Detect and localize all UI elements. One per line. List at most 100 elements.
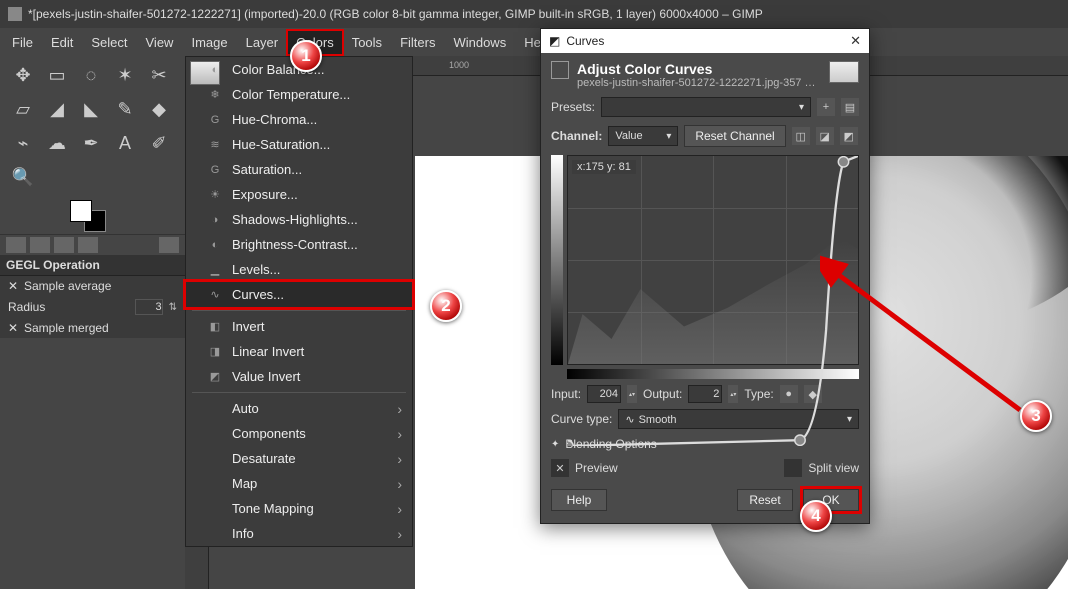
menu-item-label: Tone Mapping — [232, 501, 314, 516]
menu-item-color-temperature[interactable]: ❄Color Temperature... — [186, 82, 412, 107]
menu-item-icon: ◑ — [208, 213, 222, 227]
curves-icon — [551, 61, 569, 79]
menu-file[interactable]: File — [4, 31, 41, 54]
expand-icon[interactable]: ✦ — [551, 439, 559, 450]
menu-item-label: Value Invert — [232, 369, 300, 384]
dialog-titlebar[interactable]: ◩ Curves ✕ — [541, 29, 869, 53]
menu-item-label: Levels... — [232, 262, 280, 277]
fg-color-swatch[interactable] — [70, 200, 92, 222]
menu-item-label: Shadows-Highlights... — [232, 212, 358, 227]
menu-item-desaturate[interactable]: Desaturate — [186, 446, 412, 471]
eraser-tool-icon[interactable]: ◆ — [146, 96, 172, 122]
menu-view[interactable]: View — [138, 31, 182, 54]
annotation-arrow — [820, 250, 1040, 430]
menu-item-exposure[interactable]: ☀Exposure... — [186, 182, 412, 207]
zoom-tool-icon[interactable]: 🔍 — [10, 164, 36, 190]
add-preset-icon[interactable]: + — [817, 98, 835, 116]
dock-tab-4[interactable] — [78, 237, 98, 253]
menu-item-label: Map — [232, 476, 257, 491]
bucket-fill-icon[interactable]: ◢ — [44, 96, 70, 122]
menu-filters[interactable]: Filters — [392, 31, 443, 54]
split-view-checkbox[interactable] — [784, 459, 802, 477]
menu-item-info[interactable]: Info — [186, 521, 412, 546]
opt-sample-average[interactable]: ✕ Sample average — [0, 276, 185, 296]
help-button[interactable]: Help — [551, 489, 607, 511]
paintbrush-icon[interactable]: ✎ — [112, 96, 138, 122]
menu-item-invert[interactable]: ◧ Invert — [186, 314, 412, 339]
histogram-linear-icon[interactable]: ◫ — [792, 127, 810, 145]
split-view-label: Split view — [808, 461, 859, 475]
channel-select[interactable]: Value▾ — [608, 126, 678, 146]
menu-tools[interactable]: Tools — [344, 31, 390, 54]
clone-tool-icon[interactable]: ⌁ — [10, 130, 36, 156]
menu-item-tone-mapping[interactable]: Tone Mapping — [186, 496, 412, 521]
curves-editor[interactable]: x:175 y: 81 — [551, 155, 859, 365]
radius-input[interactable] — [135, 299, 163, 315]
histogram-perc-icon[interactable]: ◩ — [840, 127, 858, 145]
close-icon[interactable]: ✕ — [850, 33, 861, 49]
menu-item-saturation[interactable]: GSaturation... — [186, 157, 412, 182]
reset-channel-button[interactable]: Reset Channel — [684, 125, 785, 147]
fuzzy-select-icon[interactable]: ✶ — [112, 62, 138, 88]
menu-select[interactable]: Select — [83, 31, 135, 54]
free-select-icon[interactable]: ◌ — [78, 62, 104, 88]
gradient-tool-icon[interactable]: ◣ — [78, 96, 104, 122]
crop-tool-icon[interactable]: ✂ — [146, 62, 172, 88]
menu-item-icon: ◐ — [208, 63, 222, 77]
menu-windows[interactable]: Windows — [445, 31, 514, 54]
color-picker-icon[interactable]: ✐ — [146, 130, 172, 156]
path-tool-icon[interactable]: ✒ — [78, 130, 104, 156]
preset-menu-icon[interactable]: ▤ — [841, 98, 859, 116]
menu-item-label: Auto — [232, 401, 259, 416]
channel-row: Channel: Value▾ Reset Channel ◫ ◪ ◩ — [541, 121, 869, 151]
menu-item-levels[interactable]: ▁Levels... — [186, 257, 412, 282]
menu-item-map[interactable]: Map — [186, 471, 412, 496]
opt-radius[interactable]: Radius ⇅ — [0, 296, 185, 318]
menu-item-curves[interactable]: ∿Curves... — [186, 282, 412, 307]
transform-tool-icon[interactable]: ▱ — [10, 96, 36, 122]
channel-label: Channel: — [551, 129, 602, 143]
preview-checkbox[interactable]: ✕ — [551, 459, 569, 477]
preview-label: Preview — [575, 461, 618, 475]
menu-item-brightness-contrast[interactable]: ◐Brightness-Contrast... — [186, 232, 412, 257]
dialog-app-icon: ◩ — [549, 34, 560, 48]
rect-select-icon[interactable]: ▭ — [44, 62, 70, 88]
menu-item-auto[interactable]: Auto — [186, 396, 412, 421]
dialog-subtitle: pexels-justin-shaifer-501272-1222271.jpg… — [577, 77, 817, 89]
menu-item-hue-saturation[interactable]: ≋Hue-Saturation... — [186, 132, 412, 157]
menu-item-shadows-highlights[interactable]: ◑ Shadows-Highlights... — [186, 207, 412, 232]
presets-label: Presets: — [551, 100, 595, 114]
close-x-icon[interactable]: ✕ — [8, 279, 18, 293]
menu-item-components[interactable]: Components — [186, 421, 412, 446]
text-tool-icon[interactable]: A — [112, 130, 138, 156]
menu-item-icon: ◧ — [208, 320, 222, 334]
annotation-3: 3 — [1020, 400, 1052, 432]
smudge-tool-icon[interactable]: ☁ — [44, 130, 70, 156]
curves-graph[interactable]: x:175 y: 81 — [567, 155, 859, 365]
presets-select[interactable]: ▾ — [601, 97, 811, 117]
dock-menu-icon[interactable] — [159, 237, 179, 253]
menu-item-label: Invert — [232, 319, 265, 334]
histogram-log-icon[interactable]: ◪ — [816, 127, 834, 145]
menu-image[interactable]: Image — [183, 31, 235, 54]
preview-row: ✕ Preview Split view — [541, 455, 869, 481]
dialog-title: Adjust Color Curves — [577, 61, 821, 77]
dock-tab-2[interactable] — [30, 237, 50, 253]
close-x-icon[interactable]: ✕ — [8, 321, 18, 335]
menu-item-value-invert[interactable]: ◩Value Invert — [186, 364, 412, 389]
fg-bg-color[interactable] — [0, 196, 185, 234]
menu-edit[interactable]: Edit — [43, 31, 81, 54]
menu-item-hue-chroma[interactable]: GHue-Chroma... — [186, 107, 412, 132]
opt-sample-merged[interactable]: ✕ Sample merged — [0, 318, 185, 338]
curve-line[interactable] — [568, 156, 858, 446]
menu-item-label: Hue-Chroma... — [232, 112, 317, 127]
opt-label: Radius — [8, 300, 129, 314]
spinner-icon[interactable]: ⇅ — [169, 302, 177, 313]
reset-button[interactable]: Reset — [737, 489, 793, 511]
move-tool-icon[interactable]: ✥ — [10, 62, 36, 88]
dock-tab-1[interactable] — [6, 237, 26, 253]
dock-tab-3[interactable] — [54, 237, 74, 253]
menu-item-linear-invert[interactable]: ◨Linear Invert — [186, 339, 412, 364]
gegl-panel-title: GEGL Operation — [0, 255, 185, 276]
menu-layer[interactable]: Layer — [238, 31, 287, 54]
